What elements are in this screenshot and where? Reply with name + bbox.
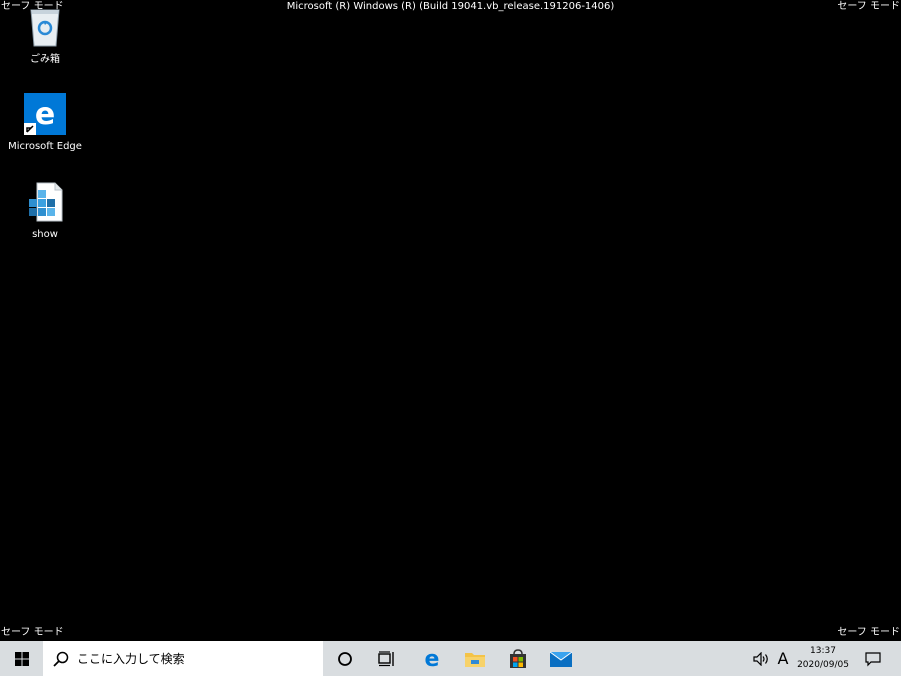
build-info: Microsoft (R) Windows (R) (Build 19041.v… xyxy=(286,1,615,12)
cortana-button[interactable] xyxy=(325,641,365,676)
task-view-icon xyxy=(378,650,394,666)
safe-mode-label-bottom-right: セーフ モード xyxy=(837,627,900,638)
notification-icon xyxy=(865,651,881,666)
desktop-icon-show[interactable]: show xyxy=(5,181,85,241)
svg-text:e: e xyxy=(425,648,440,670)
safe-mode-label-bottom-left: セーフ モード xyxy=(1,627,64,638)
taskbar: ここに入力して検索 e A 13:37 2020/09/05 xyxy=(0,641,901,676)
mail-icon xyxy=(549,651,573,667)
taskbar-file-explorer-button[interactable] xyxy=(455,641,495,676)
clock-date: 2020/09/05 xyxy=(797,660,849,670)
windows-logo-icon xyxy=(14,651,29,666)
volume-button[interactable] xyxy=(752,641,772,676)
registry-file-icon xyxy=(29,182,63,222)
file-explorer-icon xyxy=(465,652,485,667)
task-view-button[interactable] xyxy=(367,641,407,676)
taskbar-edge-button[interactable]: e xyxy=(412,641,452,676)
recycle-bin-icon xyxy=(30,9,60,47)
edge-icon: e xyxy=(24,93,66,135)
taskbar-mail-button[interactable] xyxy=(541,641,581,676)
svg-text:e: e xyxy=(35,97,55,132)
search-box[interactable]: ここに入力して検索 xyxy=(43,641,323,676)
clock[interactable]: 13:37 2020/09/05 xyxy=(790,644,856,672)
desktop-icon-label: show xyxy=(32,229,58,240)
search-placeholder: ここに入力して検索 xyxy=(77,652,185,666)
volume-icon xyxy=(753,651,768,666)
search-icon xyxy=(53,651,69,667)
desktop-icon-label: Microsoft Edge xyxy=(8,141,82,152)
edge-icon: e xyxy=(425,648,440,670)
cortana-icon xyxy=(338,651,352,666)
taskbar-store-button[interactable] xyxy=(498,641,538,676)
store-icon xyxy=(510,648,526,668)
clock-time: 13:37 xyxy=(810,646,836,656)
desktop-icon-label: ごみ箱 xyxy=(30,54,60,65)
action-center-button[interactable] xyxy=(860,641,886,676)
desktop-icon-recycle-bin[interactable]: ごみ箱 xyxy=(5,6,85,66)
desktop-icon-edge[interactable]: e Microsoft Edge xyxy=(5,93,85,153)
start-button[interactable] xyxy=(0,641,43,676)
